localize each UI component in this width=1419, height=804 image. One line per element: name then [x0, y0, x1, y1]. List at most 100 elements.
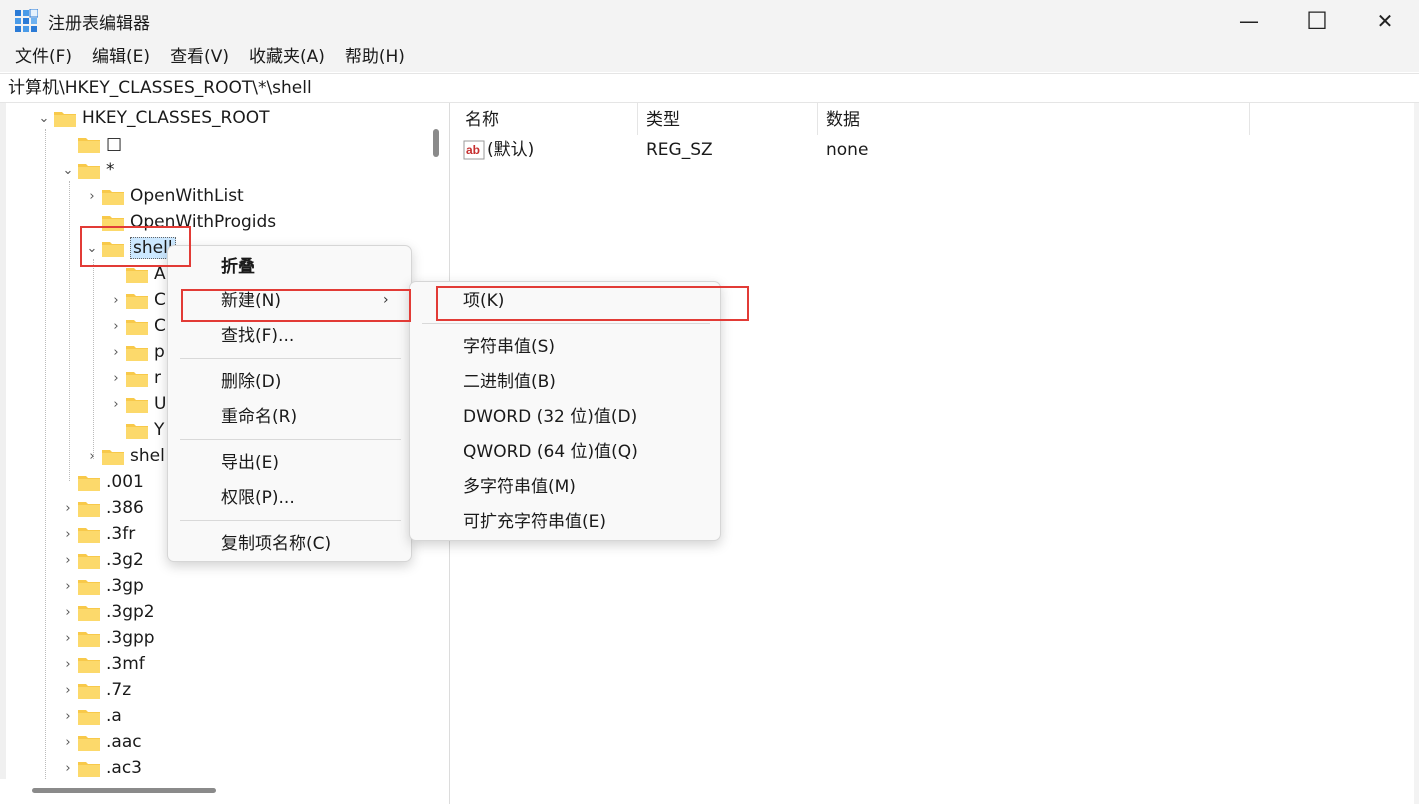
- tree-node[interactable]: › .ac3: [58, 755, 142, 781]
- tree-node[interactable]: › .a: [58, 703, 121, 729]
- tree-label: □: [106, 134, 123, 154]
- submenu-item-expandable-string[interactable]: 可扩充字符串值(E): [463, 507, 606, 537]
- submenu-item-binary[interactable]: 二进制值(B): [463, 367, 556, 397]
- menu-separator: [180, 358, 401, 359]
- tree-vertical-scroll-thumb[interactable]: [433, 129, 439, 157]
- chevron-right-icon[interactable]: ›: [106, 287, 126, 313]
- menu-item-rename[interactable]: 重命名(R): [221, 402, 297, 432]
- chevron-right-icon[interactable]: ›: [58, 547, 78, 573]
- menu-item-collapse[interactable]: 折叠: [221, 252, 255, 282]
- tree-node[interactable]: A: [106, 261, 166, 287]
- tree-node[interactable]: › .3gpp: [58, 625, 154, 651]
- close-icon: ✕: [1376, 9, 1394, 33]
- chevron-right-icon[interactable]: ›: [82, 183, 102, 209]
- tree-node[interactable]: › U: [106, 391, 166, 417]
- chevron-right-icon[interactable]: ›: [106, 391, 126, 417]
- tree-label: Y: [154, 420, 165, 440]
- value-data: none: [826, 140, 869, 160]
- chevron-right-icon[interactable]: ›: [106, 365, 126, 391]
- new-submenu: 项(K) 字符串值(S) 二进制值(B) DWORD (32 位)值(D) QW…: [409, 281, 721, 541]
- menu-item-new[interactable]: 新建(N): [221, 286, 281, 316]
- menu-favorites[interactable]: 收藏夹(A): [239, 42, 335, 72]
- submenu-item-string[interactable]: 字符串值(S): [463, 332, 555, 362]
- tree-node[interactable]: › r: [106, 365, 161, 391]
- tree-label: shel: [130, 446, 165, 466]
- menu-help[interactable]: 帮助(H): [335, 42, 415, 72]
- submenu-item-multi-string[interactable]: 多字符串值(M): [463, 472, 576, 502]
- tree-node[interactable]: .001: [58, 469, 144, 495]
- close-button[interactable]: ✕: [1350, 0, 1419, 42]
- folder-icon: [126, 344, 148, 361]
- chevron-right-icon[interactable]: ›: [58, 755, 78, 781]
- chevron-down-icon[interactable]: ⌄: [82, 235, 102, 261]
- chevron-right-icon[interactable]: ›: [58, 677, 78, 703]
- chevron-right-icon[interactable]: ›: [58, 703, 78, 729]
- menu-edit[interactable]: 编辑(E): [82, 42, 160, 72]
- menu-file[interactable]: 文件(F): [5, 42, 82, 72]
- menu-item-permissions[interactable]: 权限(P)...: [221, 483, 295, 513]
- tree-node[interactable]: › OpenWithList: [82, 183, 243, 209]
- tree-node-star[interactable]: ⌄ *: [58, 157, 115, 183]
- tree-label: .7z: [106, 680, 132, 700]
- chevron-right-icon[interactable]: ›: [58, 573, 78, 599]
- tree-node[interactable]: › .386: [58, 495, 144, 521]
- menu-item-delete[interactable]: 删除(D): [221, 367, 281, 397]
- menu-item-copy-key-name[interactable]: 复制项名称(C): [221, 529, 331, 559]
- tree-node[interactable]: › .3gp2: [58, 599, 154, 625]
- menu-view[interactable]: 查看(V): [160, 42, 239, 72]
- chevron-right-icon[interactable]: ›: [106, 339, 126, 365]
- value-type: REG_SZ: [646, 140, 713, 160]
- tree-node[interactable]: › p: [106, 339, 164, 365]
- menu-separator: [180, 520, 401, 521]
- folder-icon: [78, 552, 100, 569]
- column-header-name[interactable]: 名称: [457, 103, 638, 135]
- tree-node[interactable]: › shel: [82, 443, 165, 469]
- tree-node[interactable]: › .aac: [58, 729, 141, 755]
- chevron-right-icon[interactable]: ›: [82, 443, 102, 469]
- chevron-down-icon[interactable]: ⌄: [34, 105, 54, 131]
- tree-node[interactable]: › .7z: [58, 677, 131, 703]
- submenu-item-qword[interactable]: QWORD (64 位)值(Q): [463, 437, 638, 467]
- submenu-item-dword[interactable]: DWORD (32 位)值(D): [463, 402, 637, 432]
- menu-separator: [422, 323, 710, 324]
- chevron-right-icon[interactable]: ›: [58, 495, 78, 521]
- menu-item-find[interactable]: 查找(F)...: [221, 321, 294, 351]
- tree-node-root[interactable]: ⌄ HKEY_CLASSES_ROOT: [34, 105, 270, 131]
- column-header-data[interactable]: 数据: [818, 103, 1250, 135]
- tree-node[interactable]: › C: [106, 313, 165, 339]
- tree-horizontal-scroll-thumb[interactable]: [32, 788, 216, 793]
- string-value-icon: ab: [463, 140, 485, 160]
- tree-node-shell-selected[interactable]: ⌄ shell: [82, 235, 176, 261]
- folder-icon: [78, 656, 100, 673]
- tree-node[interactable]: □: [58, 131, 122, 157]
- folder-icon: [126, 422, 148, 439]
- chevron-right-icon[interactable]: ›: [58, 625, 78, 651]
- address-bar[interactable]: 计算机\HKEY_CLASSES_ROOT\*\shell: [0, 73, 1419, 103]
- chevron-right-icon[interactable]: ›: [58, 521, 78, 547]
- tree-node[interactable]: › .3g2: [58, 547, 143, 573]
- value-row-name[interactable]: ab (默认): [463, 137, 534, 163]
- chevron-right-icon[interactable]: ›: [58, 651, 78, 677]
- tree-node[interactable]: OpenWithProgids: [82, 209, 276, 235]
- tree-node[interactable]: Y: [106, 417, 164, 443]
- maximize-button[interactable]: ☐: [1282, 0, 1352, 42]
- chevron-down-icon[interactable]: ⌄: [58, 157, 78, 183]
- tree-node[interactable]: › C: [106, 287, 166, 313]
- folder-icon: [78, 162, 100, 179]
- chevron-right-icon[interactable]: ›: [106, 313, 126, 339]
- tree-node[interactable]: › .3fr: [58, 521, 135, 547]
- folder-icon: [102, 214, 124, 231]
- tree-label: C: [154, 290, 166, 310]
- chevron-right-icon[interactable]: ›: [58, 729, 78, 755]
- tree-label: .386: [106, 498, 144, 518]
- column-header-type[interactable]: 类型: [638, 103, 818, 135]
- menu-item-export[interactable]: 导出(E): [221, 448, 279, 478]
- minimize-button[interactable]: —: [1214, 0, 1284, 42]
- minimize-icon: —: [1239, 9, 1259, 33]
- tree-node[interactable]: › .3gp: [58, 573, 143, 599]
- folder-icon: [126, 370, 148, 387]
- submenu-item-key[interactable]: 项(K): [463, 286, 504, 316]
- tree-node[interactable]: › .3mf: [58, 651, 144, 677]
- chevron-right-icon[interactable]: ›: [58, 599, 78, 625]
